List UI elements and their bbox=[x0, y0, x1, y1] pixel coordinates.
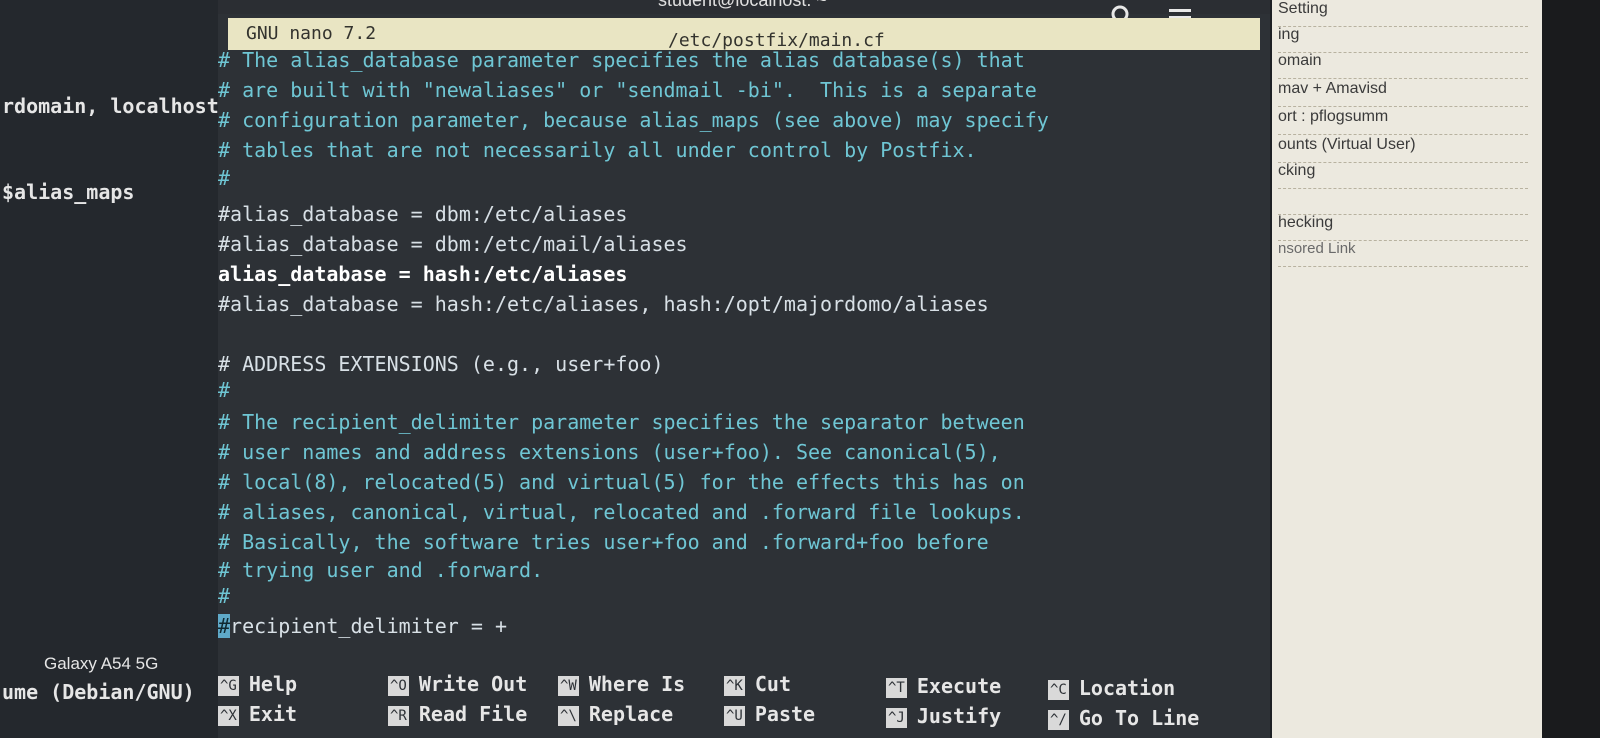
window-title: student@localhost: ~ bbox=[658, 0, 827, 10]
shortcut-label: Help bbox=[248, 672, 298, 696]
shortcut-where-is[interactable]: ^W Where Is bbox=[558, 672, 685, 696]
shortcut-location[interactable]: ^C Location bbox=[1048, 676, 1175, 700]
sidebar-link[interactable]: nsored Link bbox=[1278, 240, 1528, 267]
shortcut-label: Read File bbox=[418, 702, 528, 726]
shortcut-paste[interactable]: ^U Paste bbox=[724, 702, 815, 726]
sidebar-link[interactable]: omain bbox=[1278, 52, 1528, 79]
shortcut-key: ^\ bbox=[558, 705, 579, 726]
shortcut-label: Go To Line bbox=[1078, 706, 1200, 730]
shortcut-key: ^R bbox=[388, 705, 409, 726]
editor-line: # The alias_database parameter specifies… bbox=[218, 48, 1025, 72]
shortcut-key: ^G bbox=[218, 675, 239, 696]
device-label: Galaxy A54 5G bbox=[44, 654, 159, 673]
text-cursor: # bbox=[218, 614, 231, 638]
background-terminal-line: $alias_maps bbox=[2, 180, 135, 204]
monitor-bezel bbox=[1542, 0, 1600, 738]
shortcut-key: ^O bbox=[388, 675, 409, 696]
editor-line: #alias_database = dbm:/etc/aliases bbox=[218, 202, 628, 226]
editor-line: # trying user and .forward. bbox=[218, 558, 544, 582]
editor-line: # The recipient_delimiter parameter spec… bbox=[218, 410, 1025, 434]
editor-line: # Basically, the software tries user+foo… bbox=[218, 530, 989, 554]
terminal-window: student@localhost: ~ ✕ GNU nano 7.2 /etc… bbox=[218, 0, 1270, 738]
nano-version: GNU nano 7.2 bbox=[246, 23, 377, 44]
shortcut-read-file[interactable]: ^R Read File bbox=[388, 702, 527, 726]
shortcut-go-to-line[interactable]: ^/ Go To Line bbox=[1048, 706, 1199, 730]
shortcut-key: ^T bbox=[886, 677, 907, 698]
sidebar-link[interactable]: Setting bbox=[1278, 0, 1528, 27]
editor-line: # bbox=[218, 378, 231, 402]
shortcut-key: ^C bbox=[1048, 679, 1069, 700]
shortcut-label: Exit bbox=[248, 702, 298, 726]
shortcut-justify[interactable]: ^J Justify bbox=[886, 704, 1001, 728]
background-terminal-line: rdomain, localhost bbox=[2, 94, 219, 118]
editor-line: # are built with "newaliases" or "sendma… bbox=[218, 78, 1037, 102]
background-terminal-line: ume (Debian/GNU) bbox=[2, 680, 195, 704]
shortcut-label: Execute bbox=[916, 674, 1002, 698]
shortcut-key: ^K bbox=[724, 675, 745, 696]
sidebar-link[interactable]: hecking bbox=[1278, 214, 1528, 241]
sidebar-link[interactable]: ing bbox=[1278, 26, 1528, 53]
editor-line-current: #recipient_delimiter = + bbox=[218, 614, 507, 638]
editor-line: # tables that are not necessarily all un… bbox=[218, 138, 977, 162]
editor-line: # ADDRESS EXTENSIONS (e.g., user+foo) bbox=[218, 352, 664, 376]
shortcut-key: ^X bbox=[218, 705, 239, 726]
shortcut-execute[interactable]: ^T Execute bbox=[886, 674, 1001, 698]
shortcut-key: ^/ bbox=[1048, 709, 1069, 730]
sidebar-link[interactable] bbox=[1278, 188, 1528, 215]
shortcut-exit[interactable]: ^X Exit bbox=[218, 702, 297, 726]
editor-line: # configuration parameter, because alias… bbox=[218, 108, 1049, 132]
shortcut-label: Cut bbox=[754, 672, 791, 696]
shortcut-help[interactable]: ^G Help bbox=[218, 672, 297, 696]
shortcut-replace[interactable]: ^\ Replace bbox=[558, 702, 673, 726]
shortcut-label: Where Is bbox=[588, 672, 686, 696]
editor-line-text: recipient_delimiter = + bbox=[230, 614, 507, 638]
sidebar-link[interactable]: cking bbox=[1278, 162, 1528, 189]
nano-shortcut-bar: ^G Help ^O Write Out ^W Where Is ^K Cut ^T Ex… bbox=[218, 672, 1270, 738]
shortcut-label: Justify bbox=[916, 704, 1002, 728]
sidebar-link[interactable]: ort : pflogsumm bbox=[1278, 108, 1528, 135]
shortcut-key: ^J bbox=[886, 707, 907, 728]
shortcut-label: Write Out bbox=[418, 672, 528, 696]
nano-header-bar: GNU nano 7.2 /etc/postfix/main.cf bbox=[228, 18, 1260, 51]
shortcut-key: ^W bbox=[558, 675, 579, 696]
shortcut-write-out[interactable]: ^O Write Out bbox=[388, 672, 527, 696]
editor-line: #alias_database = dbm:/etc/mail/aliases bbox=[218, 232, 688, 256]
shortcut-label: Location bbox=[1078, 676, 1176, 700]
editor-line: # user names and address extensions (use… bbox=[218, 440, 1001, 464]
shortcut-cut[interactable]: ^K Cut bbox=[724, 672, 791, 696]
background-browser-panel: Setting ing omain mav + Amavisd ort : pf… bbox=[1272, 0, 1542, 738]
editor-line: # aliases, canonical, virtual, relocated… bbox=[218, 500, 1025, 524]
shortcut-key: ^U bbox=[724, 705, 745, 726]
sidebar-link[interactable]: mav + Amavisd bbox=[1278, 80, 1528, 107]
background-terminal: rdomain, localhost $alias_maps Galaxy A5… bbox=[0, 0, 219, 738]
editor-line: #alias_database = hash:/etc/aliases, has… bbox=[218, 292, 989, 316]
sidebar-link[interactable]: ounts (Virtual User) bbox=[1278, 136, 1528, 163]
shortcut-label: Replace bbox=[588, 702, 674, 726]
editor-line: alias_database = hash:/etc/aliases bbox=[218, 262, 628, 286]
editor-line: # bbox=[218, 584, 231, 608]
editor-line: # local(8), relocated(5) and virtual(5) … bbox=[218, 470, 1025, 494]
shortcut-label: Paste bbox=[754, 702, 816, 726]
editor-line: # bbox=[218, 166, 231, 190]
